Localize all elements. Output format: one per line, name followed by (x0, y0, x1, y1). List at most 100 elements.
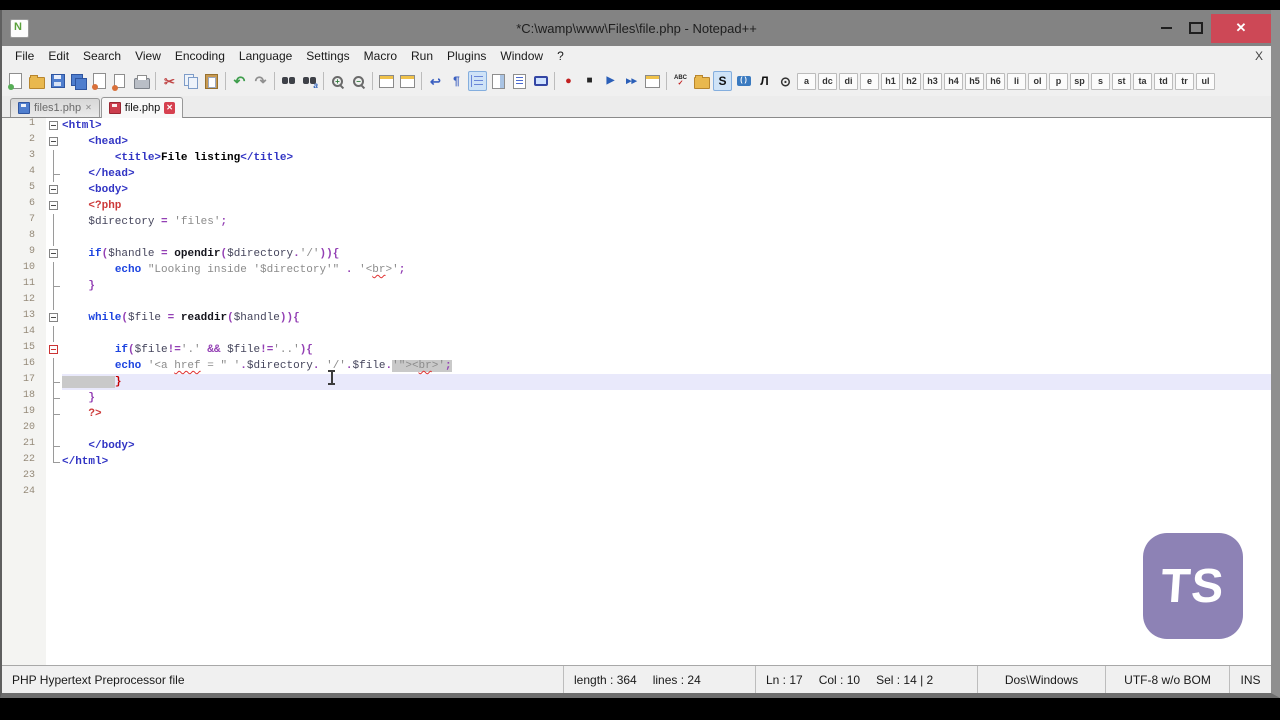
textfx-icon[interactable]: Л (755, 71, 774, 91)
menu-item-run[interactable]: Run (404, 48, 440, 64)
paste-icon[interactable] (202, 71, 221, 91)
menu-item-help[interactable]: ? (550, 48, 571, 64)
menubar-close-icon[interactable]: X (1255, 49, 1263, 63)
tag-button-ul[interactable]: ul (1196, 72, 1215, 90)
menu-item-view[interactable]: View (128, 48, 168, 64)
fold-collapse-marker[interactable] (46, 342, 62, 358)
redo-icon[interactable]: ↷ (251, 71, 270, 91)
fold-collapse-marker[interactable] (46, 246, 62, 262)
tag-button-h5[interactable]: h5 (965, 72, 984, 90)
macro-save-icon[interactable] (643, 71, 662, 91)
menu-item-search[interactable]: Search (76, 48, 128, 64)
code-line-8[interactable] (62, 230, 1271, 246)
code-line-19[interactable]: ?> (62, 406, 1271, 422)
code-line-14[interactable] (62, 326, 1271, 342)
close-file-icon[interactable] (90, 71, 109, 91)
tag-button-ol[interactable]: ol (1028, 72, 1047, 90)
save-icon[interactable] (48, 71, 67, 91)
tag-button-dc[interactable]: dc (818, 72, 837, 90)
menu-item-settings[interactable]: Settings (299, 48, 356, 64)
macro-record-icon[interactable]: ● (559, 71, 578, 91)
menu-item-window[interactable]: Window (493, 48, 550, 64)
replace-icon[interactable]: a (300, 71, 319, 91)
sync-vertical-icon[interactable] (377, 71, 396, 91)
menu-item-plugins[interactable]: Plugins (440, 48, 493, 64)
code-line-23[interactable] (62, 470, 1271, 486)
fold-collapse-marker[interactable] (46, 182, 62, 198)
plugin-folder-icon[interactable] (692, 71, 711, 91)
tag-button-st[interactable]: st (1112, 72, 1131, 90)
menu-item-edit[interactable]: Edit (41, 48, 76, 64)
macro-stop-icon[interactable]: ■ (580, 71, 599, 91)
tab-files1-php[interactable]: files1.php ✕ (10, 98, 100, 117)
code-line-12[interactable] (62, 294, 1271, 310)
code-pane[interactable]: <html> <head> <title>File listing</title… (62, 118, 1271, 665)
menu-item-encoding[interactable]: Encoding (168, 48, 232, 64)
macro-play-icon[interactable]: ▶ (601, 71, 620, 91)
save-all-icon[interactable] (69, 71, 88, 91)
code-line-20[interactable] (62, 422, 1271, 438)
cut-icon[interactable]: ✂ (160, 71, 179, 91)
preview-monitor-icon[interactable] (734, 71, 753, 91)
doc-map-icon[interactable] (489, 71, 508, 91)
macro-run-multi-icon[interactable]: ▶▶ (622, 71, 641, 91)
monitoring-icon[interactable] (531, 71, 550, 91)
close-all-icon[interactable] (111, 71, 130, 91)
new-file-icon[interactable] (6, 71, 25, 91)
code-line-24[interactable] (62, 486, 1271, 502)
code-line-21[interactable]: </body> (62, 438, 1271, 454)
status-eol-format[interactable]: Dos\Windows (977, 666, 1105, 693)
tag-button-li[interactable]: li (1007, 72, 1026, 90)
zoom-out-icon[interactable]: − (349, 71, 368, 91)
editor-area[interactable]: 1 2 3 4 5 6 7 8 9 10 11 12 13 14 15 16 17 18 19 20 21 22 23 24 … (2, 118, 1271, 665)
tag-button-tr[interactable]: tr (1175, 72, 1194, 90)
code-line-5[interactable]: <body> (62, 182, 1271, 198)
tag-button-td[interactable]: td (1154, 72, 1173, 90)
code-line-6[interactable]: <?php (62, 198, 1271, 214)
undo-icon[interactable]: ↶ (230, 71, 249, 91)
style-token-icon[interactable]: S (713, 71, 732, 91)
code-line-13[interactable]: while($file = readdir($handle)){ (62, 310, 1271, 326)
show-all-chars-icon[interactable]: ¶ (447, 71, 466, 91)
tag-button-sp[interactable]: sp (1070, 72, 1089, 90)
code-line-11[interactable]: } (62, 278, 1271, 294)
spell-check-icon[interactable]: ABC ✓ (671, 71, 690, 91)
print-icon[interactable] (132, 71, 151, 91)
fold-collapse-marker[interactable] (46, 310, 62, 326)
fold-collapse-marker[interactable] (46, 198, 62, 214)
code-line-15[interactable]: if($file!='.' && $file!='..'){ (62, 342, 1271, 358)
function-list-icon[interactable] (510, 71, 529, 91)
code-line-17[interactable]: } (62, 374, 1271, 390)
sync-horizontal-icon[interactable] (398, 71, 417, 91)
code-line-16[interactable]: echo '<a href = " '.$directory. '/'.$fil… (62, 358, 1271, 374)
tag-button-h1[interactable]: h1 (881, 72, 900, 90)
indent-guide-icon[interactable] (468, 71, 487, 91)
tab-close-icon[interactable]: ✕ (164, 102, 175, 114)
code-line-10[interactable]: echo "Looking inside '$directory'" . '<b… (62, 262, 1271, 278)
tag-button-a[interactable]: a (797, 72, 816, 90)
code-line-22[interactable]: </html> (62, 454, 1271, 470)
fold-collapse-marker[interactable] (46, 118, 62, 134)
tag-button-h2[interactable]: h2 (902, 72, 921, 90)
code-line-18[interactable]: } (62, 390, 1271, 406)
code-line-2[interactable]: <head> (62, 134, 1271, 150)
word-wrap-icon[interactable]: ↩ (426, 71, 445, 91)
tag-button-s[interactable]: s (1091, 72, 1110, 90)
tag-button-h3[interactable]: h3 (923, 72, 942, 90)
status-insert-mode[interactable]: INS (1229, 666, 1271, 693)
tag-button-h4[interactable]: h4 (944, 72, 963, 90)
fold-collapse-marker[interactable] (46, 134, 62, 150)
code-line-7[interactable]: $directory = 'files'; (62, 214, 1271, 230)
code-line-3[interactable]: <title>File listing</title> (62, 150, 1271, 166)
code-line-1[interactable]: <html> (62, 118, 1271, 134)
tag-button-p[interactable]: p (1049, 72, 1068, 90)
open-file-icon[interactable] (27, 71, 46, 91)
menu-item-file[interactable]: File (8, 48, 41, 64)
status-encoding[interactable]: UTF-8 w/o BOM (1105, 666, 1229, 693)
tag-button-h6[interactable]: h6 (986, 72, 1005, 90)
code-line-9[interactable]: if($handle = opendir($directory.'/')){ (62, 246, 1271, 262)
tag-button-ta[interactable]: ta (1133, 72, 1152, 90)
find-icon[interactable] (279, 71, 298, 91)
code-line-4[interactable]: </head> (62, 166, 1271, 182)
tab-file-php[interactable]: file.php ✕ (100, 97, 183, 118)
